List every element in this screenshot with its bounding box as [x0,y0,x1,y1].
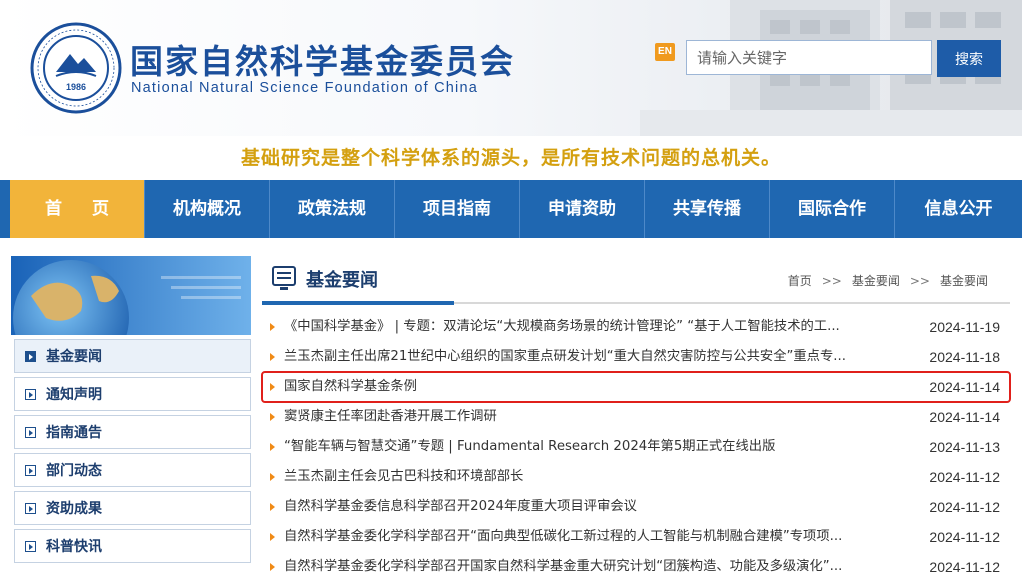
site-title-en[interactable]: National Natural Science Foundation of C… [131,80,478,96]
breadcrumb-separator: >> [821,274,842,288]
arrow-box-icon [25,388,36,400]
nav-item-guide[interactable]: 项目指南 [395,180,520,238]
news-title[interactable]: 自然科学基金委化学科学部召开“面向典型低碳化工新过程的人工智能与机制融合建模”专… [284,522,904,552]
nsfc-logo[interactable]: 1986 [30,22,122,114]
news-item[interactable]: “智能车辆与智慧交通”专题 | Fundamental Research 202… [262,432,1010,462]
search-input[interactable] [686,40,932,75]
nav-item-policies[interactable]: 政策法规 [270,180,395,238]
sidebar-item-label: 通知声明 [46,387,102,403]
nav-item-apply[interactable]: 申请资助 [520,180,645,238]
slogan-banner: 基础研究是整个科学体系的源头，是所有技术问题的总机关。 [240,147,781,169]
news-item[interactable]: 自然科学基金委信息科学部召开2024年度重大项目评审会议 2024-11-12 [262,492,1010,522]
breadcrumb-current[interactable]: 基金要闻 [940,274,988,288]
breadcrumb: 首页 >> 基金要闻 >> 基金要闻 [784,272,992,289]
sidebar-item-funded-results[interactable]: 资助成果 [14,491,251,525]
arrow-box-icon [25,540,36,552]
section-title: 基金要闻 [306,270,378,291]
sidebar-item-guide-notices[interactable]: 指南通告 [14,415,251,449]
sidebar-item-notices[interactable]: 通知声明 [14,377,251,411]
monitor-icon [272,266,296,290]
news-item[interactable]: 自然科学基金委化学科学部召开“面向典型低碳化工新过程的人工智能与机制融合建模”专… [262,522,1010,552]
news-date: 2024-11-12 [929,559,1000,575]
sidebar-item-science-news[interactable]: 科普快讯 [14,529,251,563]
sidebar-item-department-news[interactable]: 部门动态 [14,453,251,487]
english-version-link[interactable]: EN [655,43,675,61]
sidebar-item-fund-news[interactable]: 基金要闻 [14,339,251,373]
site-title-cn[interactable]: 国家自然科学基金委员会 [130,35,515,83]
sidebar-item-label: 科普快讯 [46,539,102,555]
globe-banner-image [11,256,251,335]
logo-year: 1986 [66,82,86,92]
bullet-arrow-icon [270,323,275,331]
nav-item-home[interactable]: 首 页 [10,180,145,238]
news-title[interactable]: 兰玉杰副主任会见古巴科技和环境部部长 [284,462,904,492]
arrow-box-icon [25,426,36,438]
news-date: 2024-11-19 [929,319,1000,335]
news-date: 2024-11-12 [929,469,1000,485]
arrow-box-icon [25,502,36,514]
news-item-highlighted[interactable]: 国家自然科学基金条例 2024-11-14 [261,371,1011,403]
sidebar-menu: 基金要闻 通知声明 指南通告 部门动态 资助成果 科普快讯 [14,339,251,567]
nav-item-share[interactable]: 共享传播 [645,180,770,238]
search-button[interactable]: 搜索 [937,40,1001,77]
news-date: 2024-11-12 [929,499,1000,515]
sidebar-item-label: 资助成果 [46,501,102,517]
section-header: 基金要闻 首页 >> 基金要闻 >> 基金要闻 [262,258,1010,304]
news-date: 2024-11-13 [929,439,1000,455]
sidebar-item-label: 指南通告 [46,425,102,441]
bullet-arrow-icon [270,443,275,451]
news-date: 2024-11-18 [929,349,1000,365]
news-title[interactable]: 《中国科学基金》 | 专题：双清论坛“大规模商务场景的统计管理论” “基于人工智… [284,312,904,342]
news-date: 2024-11-14 [929,409,1000,425]
nav-item-disclosure[interactable]: 信息公开 [895,180,1022,238]
section-divider-accent [262,301,454,305]
nav-item-about[interactable]: 机构概况 [145,180,270,238]
arrow-box-icon [25,464,36,476]
news-title[interactable]: 国家自然科学基金条例 [284,372,904,402]
arrow-box-icon [25,350,36,362]
news-title[interactable]: 自然科学基金委信息科学部召开2024年度重大项目评审会议 [284,492,904,522]
main-nav: 首 页 机构概况 政策法规 项目指南 申请资助 共享传播 国际合作 信息公开 [0,180,1022,238]
nav-item-international[interactable]: 国际合作 [770,180,895,238]
news-date: 2024-11-12 [929,529,1000,545]
breadcrumb-separator: >> [909,274,930,288]
bullet-arrow-icon [270,413,275,421]
news-item[interactable]: 兰玉杰副主任会见古巴科技和环境部部长 2024-11-12 [262,462,1010,492]
news-item[interactable]: 兰玉杰副主任出席21世纪中心组织的国家重点研发计划“重大自然灾害防控与公共安全”… [262,342,1010,372]
news-item[interactable]: 自然科学基金委化学科学部召开国家自然科学基金重大研究计划“团簇构造、功能及多级演… [262,552,1010,582]
bullet-arrow-icon [270,563,275,571]
news-item[interactable]: 窦贤康主任率团赴香港开展工作调研 2024-11-14 [262,402,1010,432]
breadcrumb-fund-news[interactable]: 基金要闻 [852,274,900,288]
news-item[interactable]: 《中国科学基金》 | 专题：双清论坛“大规模商务场景的统计管理论” “基于人工智… [262,312,1010,342]
bullet-arrow-icon [270,533,275,541]
bullet-arrow-icon [270,353,275,361]
sidebar-item-label: 基金要闻 [46,349,102,365]
breadcrumb-home[interactable]: 首页 [788,274,812,288]
news-date: 2024-11-14 [929,379,1000,395]
site-header: 1986 国家自然科学基金委员会 National Natural Scienc… [0,0,1022,136]
news-title[interactable]: 窦贤康主任率团赴香港开展工作调研 [284,402,904,432]
news-list: 《中国科学基金》 | 专题：双清论坛“大规模商务场景的统计管理论” “基于人工智… [261,312,1011,582]
bullet-arrow-icon [270,383,275,391]
news-title[interactable]: 兰玉杰副主任出席21世纪中心组织的国家重点研发计划“重大自然灾害防控与公共安全”… [284,342,904,372]
news-title[interactable]: “智能车辆与智慧交通”专题 | Fundamental Research 202… [284,432,904,462]
sidebar-item-label: 部门动态 [46,463,102,479]
news-title[interactable]: 自然科学基金委化学科学部召开国家自然科学基金重大研究计划“团簇构造、功能及多级演… [284,552,904,582]
bullet-arrow-icon [270,473,275,481]
bullet-arrow-icon [270,503,275,511]
